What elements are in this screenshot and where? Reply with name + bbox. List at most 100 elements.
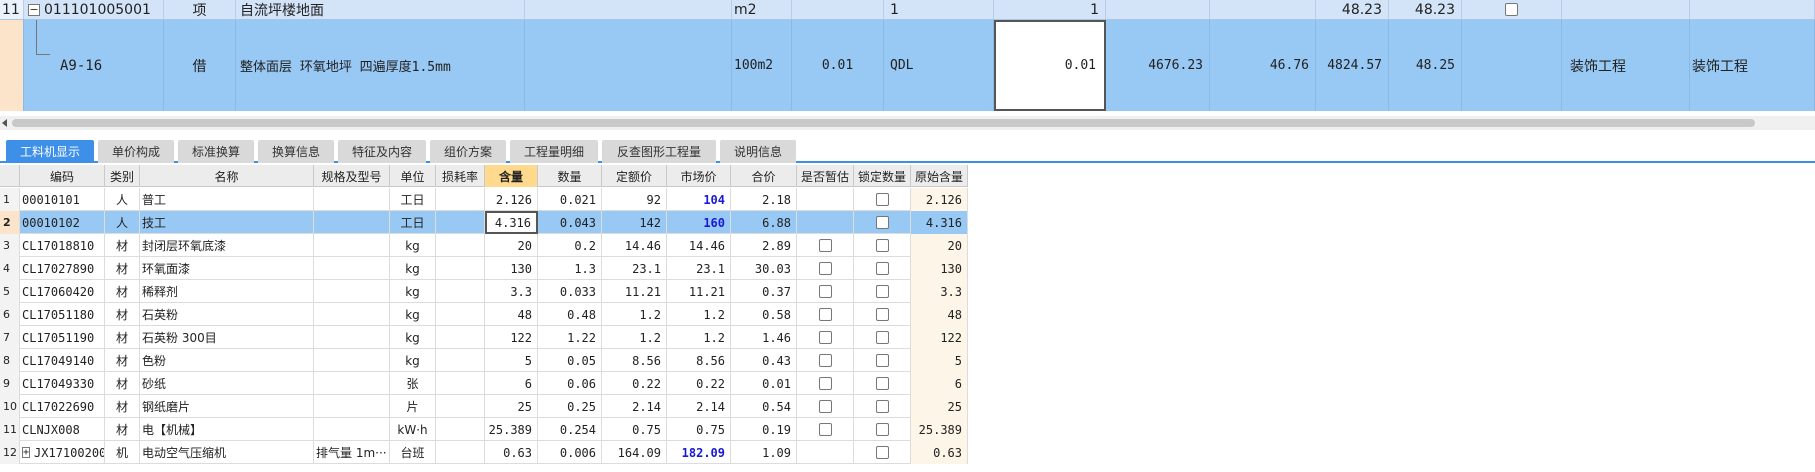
- code-cell[interactable]: 00010101: [20, 188, 105, 211]
- lock-qty-checkbox[interactable]: [875, 216, 889, 229]
- provisional-cell[interactable]: [797, 441, 854, 464]
- provisional-cell[interactable]: [797, 372, 854, 395]
- category-cell[interactable]: 人: [105, 211, 140, 234]
- code-cell[interactable]: 00010102: [20, 211, 105, 234]
- category-cell[interactable]: 材: [105, 349, 140, 372]
- provisional-checkbox[interactable]: [818, 400, 832, 413]
- quota-subitem-row[interactable]: A9-16 借 整体面层 环氧地坪 四遍厚度1.5mm 100m2 0.01 Q…: [0, 20, 1815, 111]
- scrollbar-thumb[interactable]: [12, 119, 1755, 127]
- market-price-cell[interactable]: 8.56: [667, 349, 731, 372]
- quota-price-cell[interactable]: 1.2: [602, 326, 667, 349]
- unit-cell[interactable]: kg: [390, 349, 436, 372]
- name-cell[interactable]: 普工: [140, 188, 314, 211]
- lock-qty-cell[interactable]: [854, 211, 911, 234]
- unit-cell[interactable]: kg: [390, 280, 436, 303]
- content-cell[interactable]: 2.126: [485, 188, 538, 211]
- name-cell[interactable]: 技工: [140, 211, 314, 234]
- quota-price-cell[interactable]: 23.1: [602, 257, 667, 280]
- lock-qty-checkbox[interactable]: [875, 377, 889, 390]
- quota-name[interactable]: 整体面层 环氧地坪 四遍厚度1.5mm: [236, 20, 525, 111]
- provisional-checkbox[interactable]: [818, 331, 832, 344]
- total-cell[interactable]: 6.88: [731, 211, 797, 234]
- category-cell[interactable]: 材: [105, 280, 140, 303]
- total-cell[interactable]: 0.01: [731, 372, 797, 395]
- tab-description[interactable]: 说明信息: [720, 140, 796, 163]
- quantity-cell[interactable]: 0.2: [538, 234, 602, 257]
- col-code[interactable]: 编码: [20, 165, 105, 187]
- code-cell[interactable]: + JX17100200: [20, 441, 105, 464]
- loss-rate-cell[interactable]: [436, 234, 485, 257]
- lock-qty-checkbox[interactable]: [875, 193, 889, 206]
- unit-cell[interactable]: 台班: [390, 441, 436, 464]
- quantity-cell[interactable]: 1.3: [538, 257, 602, 280]
- quantity-cell[interactable]: 1.22: [538, 326, 602, 349]
- loss-rate-cell[interactable]: [436, 303, 485, 326]
- provisional-cell[interactable]: [797, 418, 854, 441]
- loss-rate-cell[interactable]: [436, 372, 485, 395]
- spec-cell[interactable]: [314, 280, 390, 303]
- spec-cell[interactable]: [314, 257, 390, 280]
- spec-cell[interactable]: [314, 303, 390, 326]
- table-row[interactable]: 10 CL17022690 材钢纸磨片片 25 0.25 2.14 2.14 0.54 25: [0, 395, 968, 418]
- code-cell[interactable]: CL17027890: [20, 257, 105, 280]
- total-cell[interactable]: 0.54: [731, 395, 797, 418]
- provisional-cell[interactable]: [797, 188, 854, 211]
- lock-qty-cell[interactable]: [854, 303, 911, 326]
- item-name[interactable]: 自流坪楼地面: [236, 0, 525, 19]
- total-cell[interactable]: 1.46: [731, 326, 797, 349]
- col-total[interactable]: 合价: [731, 165, 797, 187]
- expand-icon[interactable]: +: [22, 447, 31, 458]
- item-checkbox[interactable]: [1505, 3, 1518, 16]
- code-cell[interactable]: CL17049140: [20, 349, 105, 372]
- name-cell[interactable]: 封闭层环氧底漆: [140, 234, 314, 257]
- unit-cell[interactable]: 工日: [390, 211, 436, 234]
- content-cell[interactable]: 122: [485, 326, 538, 349]
- loss-rate-cell[interactable]: [436, 280, 485, 303]
- spec-cell[interactable]: [314, 211, 390, 234]
- code-cell[interactable]: CL17051190: [20, 326, 105, 349]
- col-lock-qty[interactable]: 锁定数量: [854, 165, 911, 187]
- content-cell[interactable]: 6: [485, 372, 538, 395]
- table-row[interactable]: 6 CL17051180 材石英粉 kg 48 0.48 1.2 1.2 0.58 48: [0, 303, 968, 326]
- code-cell[interactable]: CL17060420: [20, 280, 105, 303]
- spec-cell[interactable]: [314, 372, 390, 395]
- total-cell[interactable]: 2.89: [731, 234, 797, 257]
- provisional-checkbox[interactable]: [818, 285, 832, 298]
- loss-rate-cell[interactable]: [436, 326, 485, 349]
- col-category[interactable]: 类别: [105, 165, 140, 187]
- market-price-cell[interactable]: 2.14: [667, 395, 731, 418]
- code-cell[interactable]: CL17049330: [20, 372, 105, 395]
- code-cell[interactable]: CLNJX008: [20, 418, 105, 441]
- provisional-cell[interactable]: [797, 280, 854, 303]
- col-unit[interactable]: 单位: [390, 165, 436, 187]
- content-cell[interactable]: 3.3: [485, 280, 538, 303]
- quota-price-cell[interactable]: 14.46: [602, 234, 667, 257]
- lock-qty-cell[interactable]: [854, 234, 911, 257]
- total-cell[interactable]: 30.03: [731, 257, 797, 280]
- lock-qty-checkbox[interactable]: [875, 262, 889, 275]
- lock-qty-checkbox[interactable]: [875, 423, 889, 436]
- quota-unit[interactable]: 100m2: [732, 20, 792, 111]
- lock-qty-cell[interactable]: [854, 441, 911, 464]
- bill-item-row[interactable]: 11 − 011101005001 项 自流坪楼地面 m2 1 1 48.23 …: [0, 0, 1815, 20]
- quantity-cell[interactable]: 0.254: [538, 418, 602, 441]
- market-price-cell[interactable]: 0.75: [667, 418, 731, 441]
- market-price-cell[interactable]: 1.2: [667, 326, 731, 349]
- total-cell[interactable]: 0.19: [731, 418, 797, 441]
- item-qty[interactable]: 1: [994, 0, 1106, 19]
- quota-category-1[interactable]: 装饰工程: [1562, 20, 1690, 111]
- lock-qty-checkbox[interactable]: [875, 354, 889, 367]
- quota-empty-cell[interactable]: [1462, 20, 1562, 111]
- quota-price-cell[interactable]: 11.21: [602, 280, 667, 303]
- provisional-cell[interactable]: [797, 349, 854, 372]
- table-row[interactable]: 8 CL17049140 材色粉 kg 5 0.05 8.56 8.56 0.43 5: [0, 349, 968, 372]
- lock-qty-checkbox[interactable]: [875, 446, 889, 459]
- table-row[interactable]: 11 CLNJX008 材电【机械】 kW·h 25.389 0.254 0.75 0.75 0…: [0, 418, 968, 441]
- table-row[interactable]: 1 00010101 人普工 工日 2.126 0.021 92 104 2.18 2.126: [0, 188, 968, 211]
- spec-cell[interactable]: [314, 395, 390, 418]
- loss-rate-cell[interactable]: [436, 188, 485, 211]
- unit-cell[interactable]: kW·h: [390, 418, 436, 441]
- category-cell[interactable]: 人: [105, 188, 140, 211]
- spec-cell[interactable]: [314, 418, 390, 441]
- total-cell[interactable]: 1.09: [731, 441, 797, 464]
